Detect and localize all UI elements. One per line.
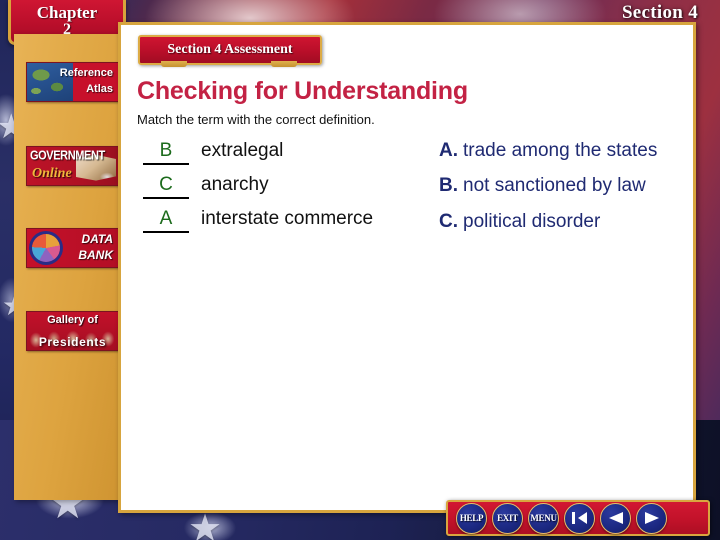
definition-letter: A. xyxy=(439,140,458,161)
menu-button-label: MENU xyxy=(530,513,557,523)
exit-button-label: EXIT xyxy=(497,513,518,523)
sidebar-item-label: GOVERNMENT xyxy=(30,148,105,164)
assessment-banner-foot-left xyxy=(161,61,187,67)
term-answer-blank[interactable]: A xyxy=(143,208,189,233)
instruction-text: Match the term with the correct definiti… xyxy=(137,112,375,127)
star-icon: ★ xyxy=(188,508,223,540)
help-button[interactable]: HELP xyxy=(456,502,487,534)
definition-letter: C. xyxy=(439,210,458,232)
term-row: A interstate commerce xyxy=(143,208,443,233)
sidebar-item-label: DATA xyxy=(81,232,113,246)
definition-text: political disorder xyxy=(463,210,601,232)
term-label: anarchy xyxy=(201,174,269,195)
sidebar-item-gallery-of-presidents[interactable]: Gallery of Presidents xyxy=(26,311,119,351)
sidebar-item-label: Presidents xyxy=(38,335,107,349)
first-page-button[interactable] xyxy=(564,502,595,534)
navigation-bar: HELP EXIT MENU xyxy=(446,500,710,536)
sidebar-item-label: BANK xyxy=(78,248,113,262)
sidebar: Reference Atlas GOVERNMENT Online DATA B… xyxy=(14,34,122,500)
slide-root: ★ ★ ★ ★ ★ Chapter 2 Section 4 Reference … xyxy=(0,0,720,540)
sidebar-item-data-bank[interactable]: DATA BANK xyxy=(26,228,119,268)
terms-list: B extralegal C anarchy A interstate comm… xyxy=(143,140,443,242)
forward-arrow-icon xyxy=(644,512,659,524)
definition-text: trade among the states xyxy=(463,140,658,161)
term-row: C anarchy xyxy=(143,174,443,199)
exit-button[interactable]: EXIT xyxy=(492,502,523,534)
sidebar-item-reference-atlas[interactable]: Reference Atlas xyxy=(26,62,119,102)
definition-row: A. trade among the states xyxy=(439,140,679,162)
first-page-arrow-icon xyxy=(571,512,587,524)
back-button[interactable] xyxy=(600,502,631,534)
definition-row: B. not sanctioned by law xyxy=(439,175,679,197)
definition-text: not sanctioned by law xyxy=(463,175,646,197)
sidebar-item-label: Gallery of xyxy=(47,314,98,326)
term-row: B extralegal xyxy=(143,140,443,165)
assessment-banner-label: Section 4 Assessment xyxy=(167,42,293,57)
pie-chart-icon xyxy=(32,234,60,262)
sidebar-item-government-online[interactable]: GOVERNMENT Online xyxy=(26,146,119,186)
page-title: Checking for Understanding xyxy=(137,77,468,105)
definition-letter: B. xyxy=(439,175,458,197)
menu-button[interactable]: MENU xyxy=(528,502,559,534)
content-panel: Section 4 Assessment Checking for Unders… xyxy=(118,22,696,513)
back-arrow-icon xyxy=(608,512,623,524)
assessment-banner-foot-right xyxy=(271,61,297,67)
chapter-word: Chapter xyxy=(36,2,98,22)
term-answer-blank[interactable]: B xyxy=(143,140,189,165)
sidebar-item-label: Atlas xyxy=(86,83,113,95)
section-label: Section 4 xyxy=(621,2,698,23)
help-button-label: HELP xyxy=(459,513,484,523)
term-label: extralegal xyxy=(201,140,284,161)
sidebar-item-label: Online xyxy=(32,166,72,181)
definition-row: C. political disorder xyxy=(439,211,679,233)
term-answer-blank[interactable]: C xyxy=(143,174,189,199)
forward-button[interactable] xyxy=(636,502,667,534)
term-label: interstate commerce xyxy=(201,208,374,229)
definitions-list: A. trade among the states B. not sanctio… xyxy=(439,140,679,246)
sidebar-item-label: Reference xyxy=(59,67,113,79)
